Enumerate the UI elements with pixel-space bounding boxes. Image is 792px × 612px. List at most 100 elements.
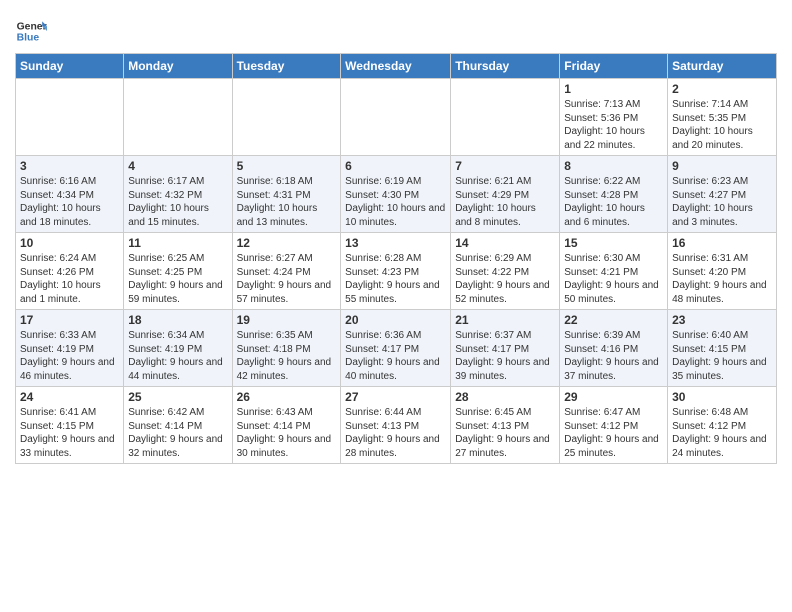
day-number: 25: [128, 390, 227, 404]
calendar-cell: 16 Sunrise: 6:31 AM Sunset: 4:20 PM Dayli…: [668, 233, 777, 310]
day-number: 4: [128, 159, 227, 173]
day-info: Sunrise: 6:43 AM Sunset: 4:14 PM Dayligh…: [237, 406, 337, 460]
calendar-cell: [16, 79, 124, 156]
calendar-cell: 2Sunrise: 7:14 AM Sunset: 5:35 PM Daylig…: [668, 79, 777, 156]
day-number: 28: [455, 390, 555, 404]
column-header-tuesday: Tuesday: [232, 54, 341, 79]
calendar-cell: 28 Sunrise: 6:45 AM Sunset: 4:13 PM Dayli…: [451, 387, 560, 464]
calendar-cell: 8 Sunrise: 6:22 AM Sunset: 4:28 PM Daylig…: [560, 156, 668, 233]
logo-icon: General Blue: [15, 15, 47, 47]
day-info: Sunrise: 6:30 AM Sunset: 4:21 PM Dayligh…: [564, 252, 663, 306]
calendar-cell: 19 Sunrise: 6:35 AM Sunset: 4:18 PM Dayli…: [232, 310, 341, 387]
day-info: Sunrise: 6:40 AM Sunset: 4:15 PM Dayligh…: [672, 329, 772, 383]
calendar-cell: 12 Sunrise: 6:27 AM Sunset: 4:24 PM Dayli…: [232, 233, 341, 310]
calendar-cell: 25 Sunrise: 6:42 AM Sunset: 4:14 PM Dayli…: [124, 387, 232, 464]
calendar-week-4: 24 Sunrise: 6:41 AM Sunset: 4:15 PM Dayli…: [16, 387, 777, 464]
day-number: 24: [20, 390, 119, 404]
calendar-cell: 4 Sunrise: 6:17 AM Sunset: 4:32 PM Daylig…: [124, 156, 232, 233]
day-number: 9: [672, 159, 772, 173]
calendar-cell: 10 Sunrise: 6:24 AM Sunset: 4:26 PM Dayli…: [16, 233, 124, 310]
calendar-cell: 1 Sunrise: 7:13 AM Sunset: 5:36 PM Daylig…: [560, 79, 668, 156]
calendar-cell: 6 Sunrise: 6:19 AM Sunset: 4:30 PM Daylig…: [341, 156, 451, 233]
day-info: Sunrise: 6:36 AM Sunset: 4:17 PM Dayligh…: [345, 329, 446, 383]
day-info: Sunrise: 7:14 AM Sunset: 5:35 PM Dayligh…: [672, 98, 772, 152]
day-info: Sunrise: 6:47 AM Sunset: 4:12 PM Dayligh…: [564, 406, 663, 460]
day-info: Sunrise: 6:41 AM Sunset: 4:15 PM Dayligh…: [20, 406, 119, 460]
day-number: 27: [345, 390, 446, 404]
day-info: Sunrise: 6:37 AM Sunset: 4:17 PM Dayligh…: [455, 329, 555, 383]
calendar-cell: 18 Sunrise: 6:34 AM Sunset: 4:19 PM Dayli…: [124, 310, 232, 387]
day-number: 18: [128, 313, 227, 327]
day-number: 26: [237, 390, 337, 404]
day-info: Sunrise: 6:29 AM Sunset: 4:22 PM Dayligh…: [455, 252, 555, 306]
calendar-cell: 11Sunrise: 6:25 AM Sunset: 4:25 PM Dayli…: [124, 233, 232, 310]
calendar-week-0: 1 Sunrise: 7:13 AM Sunset: 5:36 PM Daylig…: [16, 79, 777, 156]
day-info: Sunrise: 6:48 AM Sunset: 4:12 PM Dayligh…: [672, 406, 772, 460]
calendar-cell: 9 Sunrise: 6:23 AM Sunset: 4:27 PM Daylig…: [668, 156, 777, 233]
day-info: Sunrise: 6:18 AM Sunset: 4:31 PM Dayligh…: [237, 175, 337, 229]
calendar-cell: 26 Sunrise: 6:43 AM Sunset: 4:14 PM Dayli…: [232, 387, 341, 464]
day-number: 3: [20, 159, 119, 173]
calendar-cell: 14 Sunrise: 6:29 AM Sunset: 4:22 PM Dayli…: [451, 233, 560, 310]
header-row: SundayMondayTuesdayWednesdayThursdayFrid…: [16, 54, 777, 79]
day-number: 19: [237, 313, 337, 327]
day-number: 15: [564, 236, 663, 250]
logo: General Blue: [15, 15, 51, 47]
day-info: Sunrise: 6:23 AM Sunset: 4:27 PM Dayligh…: [672, 175, 772, 229]
day-info: Sunrise: 6:28 AM Sunset: 4:23 PM Dayligh…: [345, 252, 446, 306]
day-number: 5: [237, 159, 337, 173]
day-number: 22: [564, 313, 663, 327]
calendar-cell: 20Sunrise: 6:36 AM Sunset: 4:17 PM Dayli…: [341, 310, 451, 387]
day-number: 29: [564, 390, 663, 404]
calendar-week-2: 10 Sunrise: 6:24 AM Sunset: 4:26 PM Dayli…: [16, 233, 777, 310]
column-header-monday: Monday: [124, 54, 232, 79]
calendar-cell: [341, 79, 451, 156]
calendar-cell: 3 Sunrise: 6:16 AM Sunset: 4:34 PM Daylig…: [16, 156, 124, 233]
day-info: Sunrise: 6:35 AM Sunset: 4:18 PM Dayligh…: [237, 329, 337, 383]
day-number: 16: [672, 236, 772, 250]
column-header-saturday: Saturday: [668, 54, 777, 79]
calendar-cell: 15 Sunrise: 6:30 AM Sunset: 4:21 PM Dayli…: [560, 233, 668, 310]
day-info: Sunrise: 6:31 AM Sunset: 4:20 PM Dayligh…: [672, 252, 772, 306]
day-info: Sunrise: 6:22 AM Sunset: 4:28 PM Dayligh…: [564, 175, 663, 229]
header: General Blue: [15, 10, 777, 47]
day-info: Sunrise: 6:16 AM Sunset: 4:34 PM Dayligh…: [20, 175, 119, 229]
calendar-header: SundayMondayTuesdayWednesdayThursdayFrid…: [16, 54, 777, 79]
day-number: 14: [455, 236, 555, 250]
day-number: 11: [128, 236, 227, 250]
calendar-cell: 22 Sunrise: 6:39 AM Sunset: 4:16 PM Dayli…: [560, 310, 668, 387]
day-info: Sunrise: 7:13 AM Sunset: 5:36 PM Dayligh…: [564, 98, 663, 152]
day-number: 8: [564, 159, 663, 173]
day-info: Sunrise: 6:39 AM Sunset: 4:16 PM Dayligh…: [564, 329, 663, 383]
calendar-week-1: 3 Sunrise: 6:16 AM Sunset: 4:34 PM Daylig…: [16, 156, 777, 233]
day-number: 1: [564, 82, 663, 96]
day-info: Sunrise: 6:33 AM Sunset: 4:19 PM Dayligh…: [20, 329, 119, 383]
calendar-cell: 5 Sunrise: 6:18 AM Sunset: 4:31 PM Daylig…: [232, 156, 341, 233]
day-number: 21: [455, 313, 555, 327]
calendar-cell: [451, 79, 560, 156]
calendar-cell: 24 Sunrise: 6:41 AM Sunset: 4:15 PM Dayli…: [16, 387, 124, 464]
day-number: 23: [672, 313, 772, 327]
day-number: 7: [455, 159, 555, 173]
calendar-cell: 27 Sunrise: 6:44 AM Sunset: 4:13 PM Dayli…: [341, 387, 451, 464]
calendar-cell: 30 Sunrise: 6:48 AM Sunset: 4:12 PM Dayli…: [668, 387, 777, 464]
column-header-thursday: Thursday: [451, 54, 560, 79]
day-info: Sunrise: 6:19 AM Sunset: 4:30 PM Dayligh…: [345, 175, 446, 229]
column-header-sunday: Sunday: [16, 54, 124, 79]
day-info: Sunrise: 6:44 AM Sunset: 4:13 PM Dayligh…: [345, 406, 446, 460]
day-info: Sunrise: 6:24 AM Sunset: 4:26 PM Dayligh…: [20, 252, 119, 306]
calendar-cell: 21 Sunrise: 6:37 AM Sunset: 4:17 PM Dayli…: [451, 310, 560, 387]
day-number: 6: [345, 159, 446, 173]
day-info: Sunrise: 6:45 AM Sunset: 4:13 PM Dayligh…: [455, 406, 555, 460]
calendar-cell: 23 Sunrise: 6:40 AM Sunset: 4:15 PM Dayli…: [668, 310, 777, 387]
day-number: 10: [20, 236, 119, 250]
day-info: Sunrise: 6:27 AM Sunset: 4:24 PM Dayligh…: [237, 252, 337, 306]
column-header-wednesday: Wednesday: [341, 54, 451, 79]
calendar-cell: [124, 79, 232, 156]
day-number: 12: [237, 236, 337, 250]
day-info: Sunrise: 6:42 AM Sunset: 4:14 PM Dayligh…: [128, 406, 227, 460]
day-number: 30: [672, 390, 772, 404]
day-info: Sunrise: 6:34 AM Sunset: 4:19 PM Dayligh…: [128, 329, 227, 383]
day-info: Sunrise: 6:17 AM Sunset: 4:32 PM Dayligh…: [128, 175, 227, 229]
calendar-cell: 13Sunrise: 6:28 AM Sunset: 4:23 PM Dayli…: [341, 233, 451, 310]
